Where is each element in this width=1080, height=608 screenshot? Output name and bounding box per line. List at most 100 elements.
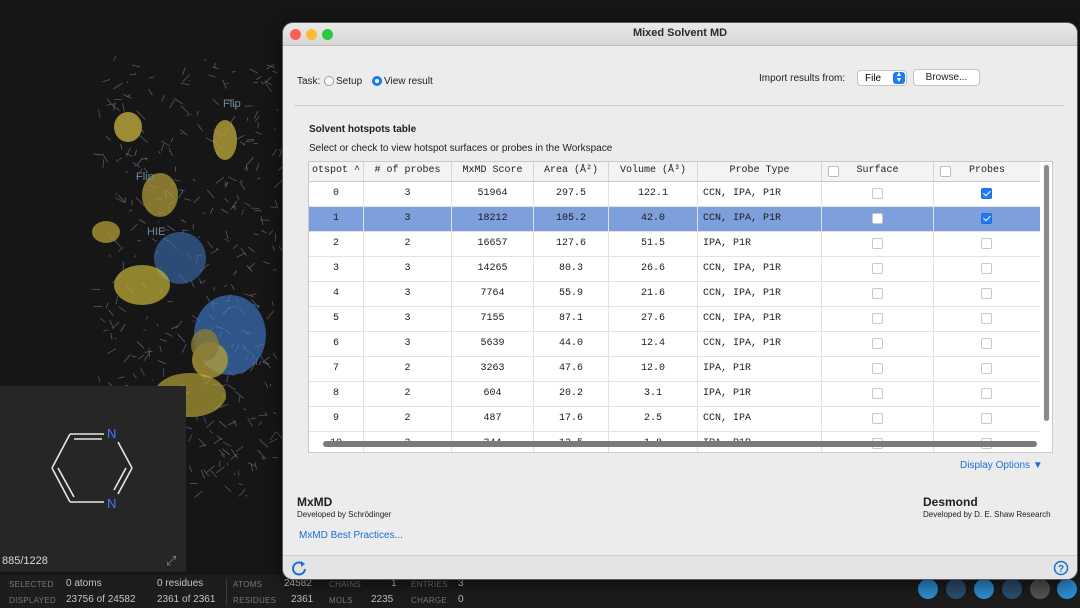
probe-count-cell: 3 xyxy=(364,257,452,281)
probes-cell xyxy=(934,407,1040,431)
surface-checkbox[interactable] xyxy=(872,388,883,399)
probes-cell xyxy=(934,307,1040,331)
score-cell: 18212 xyxy=(452,207,534,231)
column-header-hotspot[interactable]: otspot ^ xyxy=(309,162,364,181)
probes-cell xyxy=(934,382,1040,406)
entries-value: 3 xyxy=(458,578,464,589)
probes-checkbox[interactable] xyxy=(981,313,992,324)
table-row[interactable]: 6 3 5639 44.0 12.4 CCN, IPA, P1R xyxy=(309,332,1040,357)
charge-caption: CHARGE xyxy=(411,596,448,605)
view-result-radio-label[interactable]: View result xyxy=(384,76,433,87)
desmond-credit: Developed by D. E. Shaw Research xyxy=(923,510,1051,519)
table-row[interactable]: 4 3 7764 55.9 21.6 CCN, IPA, P1R xyxy=(309,282,1040,307)
column-header-probe-type[interactable]: Probe Type xyxy=(698,162,822,181)
probes-checkbox[interactable] xyxy=(981,238,992,249)
surface-checkbox[interactable] xyxy=(872,213,883,224)
probes-checkbox[interactable] xyxy=(981,213,992,224)
probes-checkbox[interactable] xyxy=(981,338,992,349)
help-icon[interactable]: ? xyxy=(1053,560,1069,576)
surface-checkbox[interactable] xyxy=(872,238,883,249)
probes-checkbox[interactable] xyxy=(981,188,992,199)
surface-cell xyxy=(822,382,934,406)
surface-checkbox[interactable] xyxy=(872,413,883,424)
column-header-surface[interactable]: Surface xyxy=(822,162,934,181)
workspace-tool-icon[interactable] xyxy=(1002,579,1022,599)
table-row[interactable]: 7 2 3263 47.6 12.0 IPA, P1R xyxy=(309,357,1040,382)
probes-checkbox[interactable] xyxy=(981,413,992,424)
column-header-probes-count[interactable]: # of probes xyxy=(364,162,452,181)
surface-select-all-checkbox[interactable] xyxy=(828,166,839,177)
column-header-volume[interactable]: Volume (Å³) xyxy=(609,162,698,181)
probes-checkbox[interactable] xyxy=(981,288,992,299)
surface-checkbox[interactable] xyxy=(872,288,883,299)
table-row[interactable]: 3 3 14265 80.3 26.6 CCN, IPA, P1R xyxy=(309,257,1040,282)
surface-checkbox[interactable] xyxy=(872,338,883,349)
area-cell: 20.2 xyxy=(534,382,609,406)
probes-checkbox[interactable] xyxy=(981,388,992,399)
probe-count-cell: 3 xyxy=(364,332,452,356)
displayed-caption: DISPLAYED xyxy=(9,596,57,605)
column-header-probes[interactable]: Probes xyxy=(934,162,1040,181)
table-row[interactable]: 8 2 604 20.2 3.1 IPA, P1R xyxy=(309,382,1040,407)
table-row[interactable]: 1 3 18212 105.2 42.0 CCN, IPA, P1R xyxy=(309,207,1040,232)
add-icon[interactable] xyxy=(1057,579,1077,599)
column-header-mxmd-score[interactable]: MxMD Score xyxy=(452,162,534,181)
status-divider xyxy=(226,579,227,605)
hotspot-surface xyxy=(114,112,142,142)
table-row[interactable]: 5 3 7155 87.1 27.6 CCN, IPA, P1R xyxy=(309,307,1040,332)
surface-cell xyxy=(822,407,934,431)
setup-radio[interactable] xyxy=(324,76,334,86)
triangle-down-icon: ▼ xyxy=(1032,460,1043,471)
view-result-radio[interactable] xyxy=(372,76,382,86)
surface-cell xyxy=(822,332,934,356)
probes-checkbox[interactable] xyxy=(981,363,992,374)
surface-checkbox[interactable] xyxy=(872,363,883,374)
hotspot-cell: 5 xyxy=(309,307,364,331)
section-hint: Select or check to view hotspot surfaces… xyxy=(309,143,613,154)
refresh-icon[interactable] xyxy=(291,560,307,576)
probe-type-cell: CCN, IPA, P1R xyxy=(698,307,822,331)
workspace-tool-icon[interactable] xyxy=(918,579,938,599)
probes-cell xyxy=(934,207,1040,231)
workspace-tool-icon[interactable] xyxy=(1030,579,1050,599)
chains-value: 1 xyxy=(391,578,397,589)
table-row[interactable]: 2 2 16657 127.6 51.5 IPA, P1R xyxy=(309,232,1040,257)
surface-checkbox[interactable] xyxy=(872,263,883,274)
displayed-atoms: 23756 of 24582 xyxy=(66,594,136,605)
probe-type-cell: IPA, P1R xyxy=(698,382,822,406)
display-options-label: Display Options xyxy=(960,460,1031,471)
display-options-link[interactable]: Display Options ▼ xyxy=(960,460,1043,471)
surface-checkbox[interactable] xyxy=(872,313,883,324)
probes-cell xyxy=(934,232,1040,256)
hotspot-cell: 6 xyxy=(309,332,364,356)
expand-icon[interactable]: ⤢ xyxy=(166,553,182,569)
nitrogen-atom-label: N xyxy=(107,496,116,511)
selected-residues: 0 residues xyxy=(157,578,204,589)
workspace-tool-icon[interactable] xyxy=(946,579,966,599)
table-row[interactable]: 9 2 487 17.6 2.5 CCN, IPA xyxy=(309,407,1040,432)
best-practices-link[interactable]: MxMD Best Practices... xyxy=(299,530,403,541)
table-row[interactable]: 0 3 51964 297.5 122.1 CCN, IPA, P1R xyxy=(309,182,1040,207)
mols-value: 2235 xyxy=(371,594,394,605)
hotspots-table[interactable]: otspot ^ # of probes MxMD Score Area (Å²… xyxy=(308,161,1053,453)
import-source-select[interactable]: File ▲ ▼ xyxy=(857,70,907,86)
window-titlebar: Mixed Solvent MD xyxy=(283,23,1077,46)
probe-type-cell: IPA, P1R xyxy=(698,232,822,256)
probe-type-cell: CCN, IPA, P1R xyxy=(698,332,822,356)
frame-counter: 885/1228 xyxy=(2,555,48,567)
probes-checkbox[interactable] xyxy=(981,263,992,274)
setup-radio-label[interactable]: Setup xyxy=(336,76,362,87)
volume-cell: 21.6 xyxy=(609,282,698,306)
volume-cell: 26.6 xyxy=(609,257,698,281)
horizontal-scrollbar[interactable] xyxy=(323,441,1037,447)
browse-button[interactable]: Browse... xyxy=(913,69,980,86)
surface-checkbox[interactable] xyxy=(872,188,883,199)
volume-cell: 12.4 xyxy=(609,332,698,356)
vertical-scrollbar-thumb[interactable] xyxy=(1044,165,1049,421)
score-cell: 14265 xyxy=(452,257,534,281)
probes-select-all-checkbox[interactable] xyxy=(940,166,951,177)
volume-cell: 27.6 xyxy=(609,307,698,331)
column-header-area[interactable]: Area (Å²) xyxy=(534,162,609,181)
workspace-tool-icon[interactable] xyxy=(974,579,994,599)
mxmd-title: MxMD xyxy=(297,495,333,509)
